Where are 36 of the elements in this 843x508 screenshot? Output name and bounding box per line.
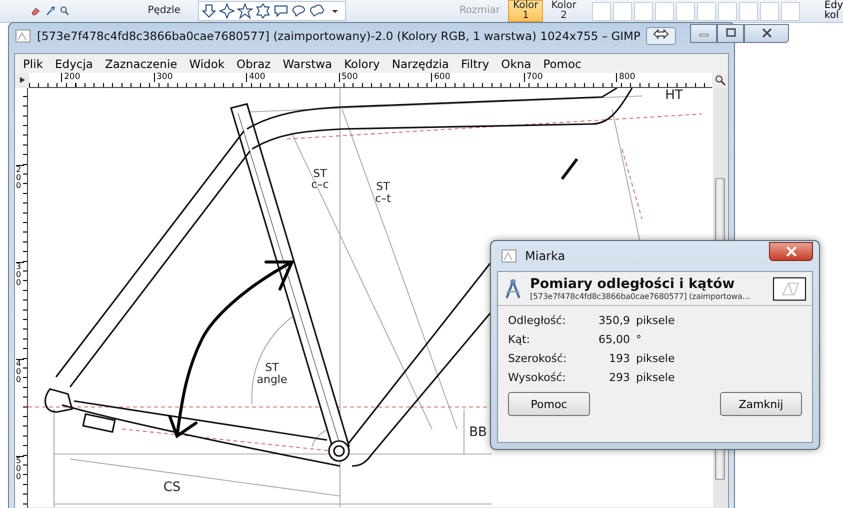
dimension-label: ST: [313, 167, 327, 180]
measure-unit: °: [636, 333, 642, 346]
measure-value: 193: [608, 352, 630, 365]
ruler-number: 700: [524, 73, 543, 82]
dimension-label: BB: [469, 425, 487, 440]
measure-unit: piksele: [636, 314, 676, 327]
dialog-heading: Pomiary odległości i kątów: [530, 276, 736, 292]
dimension-label: ST: [376, 180, 390, 193]
ruler-number: 500: [338, 73, 358, 82]
measure-label: Szerokość:: [508, 352, 568, 365]
ruler-number: 300: [154, 73, 173, 82]
measure-unit: piksele: [636, 352, 676, 365]
measure-label: Odległość:: [508, 314, 567, 327]
measure-value: 293: [608, 371, 630, 384]
ruler-number: 400: [16, 359, 24, 384]
ruler-number: 200: [61, 73, 80, 82]
measure-label: Wysokość:: [508, 371, 567, 384]
dialog-title: Miarka: [525, 249, 566, 263]
measure-value: 350,9: [598, 314, 630, 327]
window-title: [573e7f478c4fd8c3866ba0cae7680577] (zaimportowany)-2.0 (Kolory RGB, 1 warstwa) 1024x755 – GIMP: [37, 29, 640, 43]
dimension-label: HT: [665, 88, 683, 103]
dimension-label: ST: [265, 361, 279, 374]
ruler-number: 600: [431, 73, 450, 82]
ruler-number: 300: [16, 262, 24, 287]
dimension-label: c–c: [311, 178, 329, 191]
measure-value: 65,00: [598, 333, 630, 346]
dimension-label: CS: [163, 480, 181, 495]
ruler-number: 500: [16, 456, 24, 481]
measure-label: Kąt:: [508, 333, 531, 346]
dimension-label: angle: [256, 373, 288, 386]
image-name: [573e7f478c4fd8c3866ba0cae7680577] (zaimportowa…: [530, 292, 752, 301]
ruler-number: 200: [16, 165, 24, 190]
measure-unit: piksele: [636, 371, 676, 384]
dimension-label: c–t: [375, 192, 391, 205]
ruler-number: 800: [616, 73, 636, 82]
ruler-number: 400: [246, 73, 266, 82]
